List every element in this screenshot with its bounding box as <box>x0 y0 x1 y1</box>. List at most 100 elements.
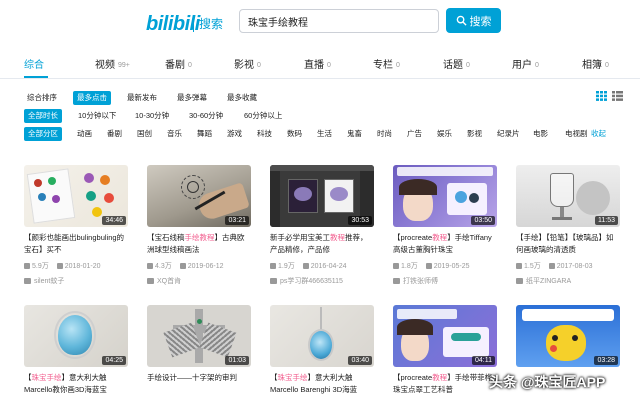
video-uploader[interactable]: ps学习群466635115 <box>270 276 374 286</box>
video-duration: 03:28 <box>594 356 618 365</box>
video-card[interactable]: 03:40 【珠宝手绘】意大利大触Marcello Barenghi 3D海蓝 <box>270 305 374 401</box>
duration-option[interactable]: 30-60分钟 <box>186 109 226 123</box>
video-meta: 1.9万 2016-04-24 <box>270 261 374 271</box>
zone-option[interactable]: 娱乐 <box>434 127 455 141</box>
zone-option[interactable]: 番剧 <box>104 127 125 141</box>
tab-topic[interactable]: 话题 0 <box>443 56 470 71</box>
zone-option[interactable]: 生活 <box>314 127 335 141</box>
duration-option-selected[interactable]: 全部时长 <box>24 109 62 123</box>
zone-option-selected[interactable]: 全部分区 <box>24 127 62 141</box>
video-thumbnail[interactable]: 03:50 <box>393 165 497 227</box>
tab-user[interactable]: 用户 0 <box>512 56 539 71</box>
video-uploader[interactable]: 打铁张师傅 <box>393 276 497 286</box>
video-thumbnail[interactable]: 03:40 <box>270 305 374 367</box>
video-card[interactable]: 04:25 【珠宝手绘】意大利大触Marcello教你画3D海蓝宝 <box>24 305 128 401</box>
sort-option[interactable]: 综合排序 <box>24 91 60 105</box>
result-type-tabs: 综合 视频 99+ 番剧 0 影视 0 直播 0 专栏 0 话题 0 用户 0 相簿 0 <box>0 52 640 76</box>
video-title[interactable]: 【procreate教程】手绘带菲桦珠宝点翠工艺科普 <box>393 372 497 396</box>
search-input[interactable]: 珠宝手绘教程 <box>239 9 439 33</box>
sort-option-selected[interactable]: 最多点击 <box>73 91 111 105</box>
video-meta: 4.3万 2019-06-12 <box>147 261 251 271</box>
video-title[interactable]: 【颜彩也能画出bulingbuling的宝石】买不 <box>24 232 128 256</box>
video-duration: 03:40 <box>348 356 372 365</box>
zone-option[interactable]: 鬼畜 <box>344 127 365 141</box>
duration-option[interactable]: 60分钟以上 <box>241 109 285 123</box>
video-card[interactable]: 04:11 【procreate教程】手绘带菲桦珠宝点翠工艺科普 <box>393 305 497 401</box>
video-thumbnail[interactable]: 04:11 <box>393 305 497 367</box>
video-card[interactable]: 01:03 手绘设计——十字架的审判 <box>147 305 251 401</box>
calendar-icon <box>548 262 555 269</box>
zone-option[interactable]: 影视 <box>464 127 485 141</box>
video-card[interactable]: 11:53 【手绘】【铅笔】【玻璃品】如何画玻璃的清透质 1.5万 2017-08… <box>516 165 620 291</box>
zone-option[interactable]: 国创 <box>134 127 155 141</box>
zone-option[interactable]: 时尚 <box>374 127 395 141</box>
video-title[interactable]: 【procreate教程】手绘Tiffany高级古董胸针珠宝 <box>393 232 497 256</box>
search-button[interactable]: 搜索 <box>446 8 501 33</box>
video-card[interactable]: 03:21 【宝石线稿手绘教程】古典欧洲球型线稿画法 4.3万 2019-06-1… <box>147 165 251 291</box>
video-thumbnail[interactable]: 34:46 <box>24 165 128 227</box>
video-title[interactable]: 新手必学用宝美工教程推荐，产品精修，产品修 <box>270 232 374 256</box>
video-thumbnail[interactable]: 03:28 <box>516 305 620 367</box>
play-count-icon <box>516 262 522 269</box>
zone-option[interactable]: 电影 <box>530 127 551 141</box>
tab-film[interactable]: 影视 0 <box>234 56 261 71</box>
calendar-icon <box>56 262 63 269</box>
tab-all[interactable]: 综合 <box>24 56 44 71</box>
calendar-icon <box>425 262 432 269</box>
zone-option[interactable]: 广告 <box>404 127 425 141</box>
video-meta: 1.8万 2019-05-25 <box>393 261 497 271</box>
video-title[interactable]: 【宝石线稿手绘教程】古典欧洲球型线稿画法 <box>147 232 251 256</box>
zone-option[interactable]: 电视剧 <box>562 127 591 141</box>
zone-option[interactable]: 音乐 <box>164 127 185 141</box>
sort-option[interactable]: 最多收藏 <box>224 91 260 105</box>
sort-filter-row: 综合排序 最多点击 最新发布 最多弹幕 最多收藏 <box>0 91 640 105</box>
tab-video[interactable]: 视频 99+ <box>95 56 130 71</box>
sort-option[interactable]: 最多弹幕 <box>174 91 210 105</box>
video-thumbnail[interactable]: 04:25 <box>24 305 128 367</box>
duration-option[interactable]: 10-30分钟 <box>132 109 172 123</box>
uploader-icon <box>270 277 277 284</box>
video-thumbnail[interactable]: 11:53 <box>516 165 620 227</box>
video-meta: 5.9万 2018-01-20 <box>24 261 128 271</box>
tab-bangumi[interactable]: 番剧 0 <box>165 56 192 71</box>
collapse-toggle[interactable]: 收起 <box>588 127 609 141</box>
video-thumbnail[interactable]: 01:03 <box>147 305 251 367</box>
play-count-icon <box>24 262 30 269</box>
video-uploader[interactable]: 纸平ZINGARA <box>516 276 620 286</box>
uploader-icon <box>393 277 400 284</box>
zone-option[interactable]: 纪录片 <box>494 127 523 141</box>
video-card[interactable]: 30:53 新手必学用宝美工教程推荐，产品精修，产品修 1.9万 2016-04-… <box>270 165 374 291</box>
video-title[interactable]: 【珠宝手绘】意大利大触Marcello Barenghi 3D海蓝 <box>270 372 374 396</box>
video-title[interactable]: 【手绘】【铅笔】【玻璃品】如何画玻璃的清透质 <box>516 232 620 256</box>
tab-article[interactable]: 专栏 0 <box>373 56 400 71</box>
video-duration: 03:50 <box>471 216 495 225</box>
video-card[interactable]: 03:50 【procreate教程】手绘Tiffany高级古董胸针珠宝 1.8… <box>393 165 497 291</box>
video-thumbnail[interactable]: 30:53 <box>270 165 374 227</box>
zone-option[interactable]: 游戏 <box>224 127 245 141</box>
tabs-divider <box>0 78 640 79</box>
video-duration: 04:25 <box>102 356 126 365</box>
video-thumbnail[interactable]: 03:21 <box>147 165 251 227</box>
grid-view-icon[interactable] <box>596 91 607 101</box>
video-duration: 30:53 <box>348 216 372 225</box>
zone-option[interactable]: 数码 <box>284 127 305 141</box>
list-view-icon[interactable] <box>612 91 623 101</box>
video-card[interactable]: 34:46 【颜彩也能画出bulingbuling的宝石】买不 5.9万 2018… <box>24 165 128 291</box>
zone-option[interactable]: 舞蹈 <box>194 127 215 141</box>
video-uploader[interactable]: XQ首肯 <box>147 276 251 286</box>
sort-option[interactable]: 最新发布 <box>124 91 160 105</box>
video-duration: 11:53 <box>595 216 618 225</box>
zone-option[interactable]: 动画 <box>74 127 95 141</box>
video-uploader[interactable]: silent蚊子 <box>24 276 128 286</box>
bilibili-logo[interactable]: bilibili <box>146 13 200 36</box>
video-title[interactable]: 手绘设计——十字架的审判 <box>147 372 251 396</box>
duration-option[interactable]: 10分钟以下 <box>75 109 119 123</box>
play-count-icon <box>270 262 276 269</box>
zone-option[interactable]: 科技 <box>254 127 275 141</box>
video-title[interactable]: 【珠宝手绘】意大利大触Marcello教你画3D海蓝宝 <box>24 372 128 396</box>
uploader-icon <box>147 277 154 284</box>
duration-filter-row: 全部时长 10分钟以下 10-30分钟 30-60分钟 60分钟以上 <box>0 109 640 123</box>
tab-album[interactable]: 相簿 0 <box>582 56 609 71</box>
tab-live[interactable]: 直播 0 <box>304 56 331 71</box>
video-meta: 1.5万 2017-08-03 <box>516 261 620 271</box>
